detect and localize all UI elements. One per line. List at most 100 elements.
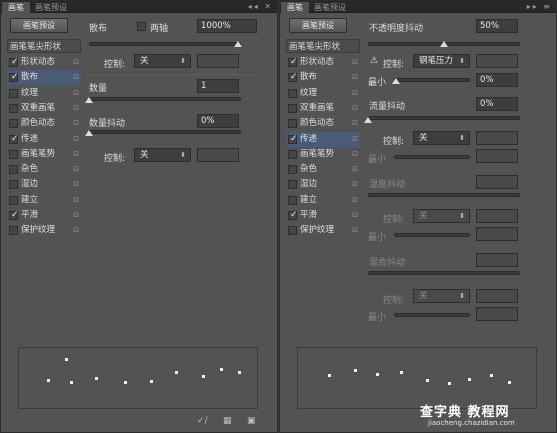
- sidebar-checkbox[interactable]: [288, 165, 297, 175]
- tab-brush[interactable]: 画笔: [281, 2, 309, 13]
- sidebar-checkbox[interactable]: [9, 226, 18, 236]
- sidebar-item[interactable]: 湿边 ⊡: [286, 177, 360, 192]
- lock-icon[interactable]: ⊡: [73, 101, 79, 116]
- sidebar-checkbox[interactable]: [9, 119, 18, 129]
- sidebar-item[interactable]: ✓ 散布 ⊡: [7, 70, 81, 86]
- minimum-slider[interactable]: [394, 78, 470, 82]
- sidebar-item[interactable]: ✓ 平滑 ⊡: [7, 208, 81, 223]
- lock-icon[interactable]: ⊡: [352, 101, 358, 116]
- sidebar-item[interactable]: 画笔笔势 ⊡: [286, 147, 360, 162]
- sidebar-checkbox[interactable]: [9, 88, 18, 98]
- sidebar-checkbox[interactable]: [288, 88, 297, 98]
- sidebar-checkbox[interactable]: ✓: [9, 134, 19, 144]
- count-control-select[interactable]: 关 ⬍: [134, 148, 191, 162]
- scatter-control-select[interactable]: 关 ⬍: [134, 54, 191, 68]
- count-jitter-field[interactable]: 0%: [197, 114, 239, 128]
- trash-icon[interactable]: ▣: [247, 416, 256, 426]
- sidebar-item[interactable]: 颜色动态 ⊡: [286, 116, 360, 131]
- lock-icon[interactable]: ⊡: [73, 86, 79, 101]
- sidebar-item[interactable]: 湿边 ⊡: [7, 177, 81, 192]
- sidebar-item[interactable]: ✓ 散布 ⊡: [286, 70, 360, 85]
- scatter-slider-thumb[interactable]: [234, 41, 242, 47]
- sidebar-checkbox[interactable]: [9, 103, 18, 113]
- lock-icon[interactable]: ⊡: [352, 116, 358, 131]
- sidebar-item[interactable]: 保护纹理 ⊡: [7, 223, 81, 238]
- sidebar-checkbox[interactable]: [9, 195, 18, 205]
- sidebar-item[interactable]: 杂色 ⊡: [286, 162, 360, 177]
- opacity-control-select[interactable]: 钢笔压力 ⬍: [413, 54, 470, 68]
- lock-icon[interactable]: ⊡: [73, 193, 79, 208]
- sidebar-checkbox[interactable]: [288, 103, 297, 113]
- lock-icon[interactable]: ⊡: [73, 132, 79, 147]
- brush-tip-shape-item[interactable]: 画笔笔尖形状: [7, 39, 81, 53]
- sidebar-checkbox[interactable]: [288, 149, 297, 159]
- opacity-jitter-field[interactable]: 50%: [476, 19, 518, 33]
- sidebar-item[interactable]: ✓ 平滑 ⊡: [286, 208, 360, 223]
- lock-icon[interactable]: ⊡: [352, 177, 358, 192]
- count-jitter-slider-thumb[interactable]: [85, 130, 93, 136]
- flow-control-select[interactable]: 关 ⬍: [413, 131, 470, 145]
- panel-controls[interactable]: ▸▸ ≡: [527, 1, 552, 13]
- sidebar-checkbox[interactable]: ✓: [288, 210, 298, 220]
- sidebar-checkbox[interactable]: ✓: [9, 57, 19, 67]
- scatter-slider[interactable]: [89, 42, 241, 46]
- tab-brush[interactable]: 画笔: [2, 2, 30, 13]
- brush-tip-shape-item[interactable]: 画笔笔尖形状: [286, 39, 360, 53]
- sidebar-checkbox[interactable]: ✓: [9, 72, 19, 83]
- sidebar-item[interactable]: 保护纹理 ⊡: [286, 223, 360, 238]
- lock-icon[interactable]: ⊡: [73, 223, 79, 238]
- lock-icon[interactable]: ⊡: [73, 162, 79, 177]
- sidebar-checkbox[interactable]: [288, 195, 297, 205]
- sidebar-checkbox[interactable]: ✓: [288, 72, 298, 83]
- lock-icon[interactable]: ⊡: [352, 193, 358, 208]
- sidebar-item[interactable]: ✓ 传递 ⊡: [7, 132, 81, 147]
- lock-icon[interactable]: ⊡: [73, 147, 79, 162]
- sidebar-checkbox[interactable]: [288, 226, 297, 236]
- sidebar-checkbox[interactable]: ✓: [288, 134, 298, 144]
- count-value-field[interactable]: 1: [197, 79, 239, 93]
- lock-icon[interactable]: ⊡: [73, 177, 79, 192]
- lock-icon[interactable]: ⊡: [352, 70, 358, 85]
- scatter-value-field[interactable]: 1000%: [197, 19, 257, 33]
- panel-controls[interactable]: ◂◂ ✕: [248, 1, 273, 13]
- sidebar-checkbox[interactable]: [9, 149, 18, 159]
- lock-icon[interactable]: ⊡: [352, 162, 358, 177]
- lock-icon[interactable]: ⊡: [352, 147, 358, 162]
- opacity-jitter-slider-thumb[interactable]: [440, 41, 448, 47]
- sidebar-item[interactable]: 双重画笔 ⊡: [286, 101, 360, 116]
- sidebar-item[interactable]: ✓ 形状动态 ⊡: [7, 55, 81, 70]
- lock-icon[interactable]: ⊡: [73, 208, 79, 223]
- sidebar-checkbox[interactable]: ✓: [288, 57, 298, 67]
- sidebar-checkbox[interactable]: [288, 180, 297, 190]
- tab-brush-presets[interactable]: 画笔预设: [308, 2, 352, 13]
- lock-icon[interactable]: ⊡: [352, 223, 358, 238]
- sidebar-item[interactable]: 双重画笔 ⊡: [7, 101, 81, 116]
- lock-icon[interactable]: ⊡: [352, 132, 358, 147]
- new-brush-icon[interactable]: ✓/: [197, 416, 208, 426]
- lock-icon[interactable]: ⊡: [73, 55, 79, 70]
- lock-icon[interactable]: ⊡: [352, 86, 358, 101]
- lock-icon[interactable]: ⊡: [73, 116, 79, 131]
- flow-jitter-slider-thumb[interactable]: [364, 117, 372, 123]
- sidebar-checkbox[interactable]: [288, 119, 297, 129]
- minimum-slider-thumb[interactable]: [392, 78, 400, 84]
- count-slider[interactable]: [89, 97, 241, 101]
- sidebar-item[interactable]: 颜色动态 ⊡: [7, 116, 81, 131]
- sidebar-item[interactable]: 画笔笔势 ⊡: [7, 147, 81, 162]
- count-slider-thumb[interactable]: [85, 97, 93, 103]
- grid-icon[interactable]: ▦: [223, 416, 232, 426]
- sidebar-checkbox[interactable]: [9, 165, 18, 175]
- count-jitter-slider[interactable]: [89, 130, 241, 134]
- brush-presets-button[interactable]: 画笔预设: [289, 18, 347, 33]
- lock-icon[interactable]: ⊡: [73, 70, 79, 85]
- sidebar-item[interactable]: 纹理 ⊡: [7, 86, 81, 101]
- brush-presets-button[interactable]: 画笔预设: [10, 18, 68, 33]
- sidebar-item[interactable]: 建立 ⊡: [7, 193, 81, 208]
- sidebar-item[interactable]: ✓ 传递 ⊡: [286, 131, 360, 147]
- lock-icon[interactable]: ⊡: [352, 55, 358, 70]
- flow-jitter-field[interactable]: 0%: [476, 97, 518, 111]
- minimum-field[interactable]: 0%: [476, 73, 518, 87]
- tab-brush-presets[interactable]: 画笔预设: [29, 2, 73, 13]
- sidebar-checkbox[interactable]: ✓: [9, 210, 19, 220]
- sidebar-checkbox[interactable]: [9, 180, 18, 190]
